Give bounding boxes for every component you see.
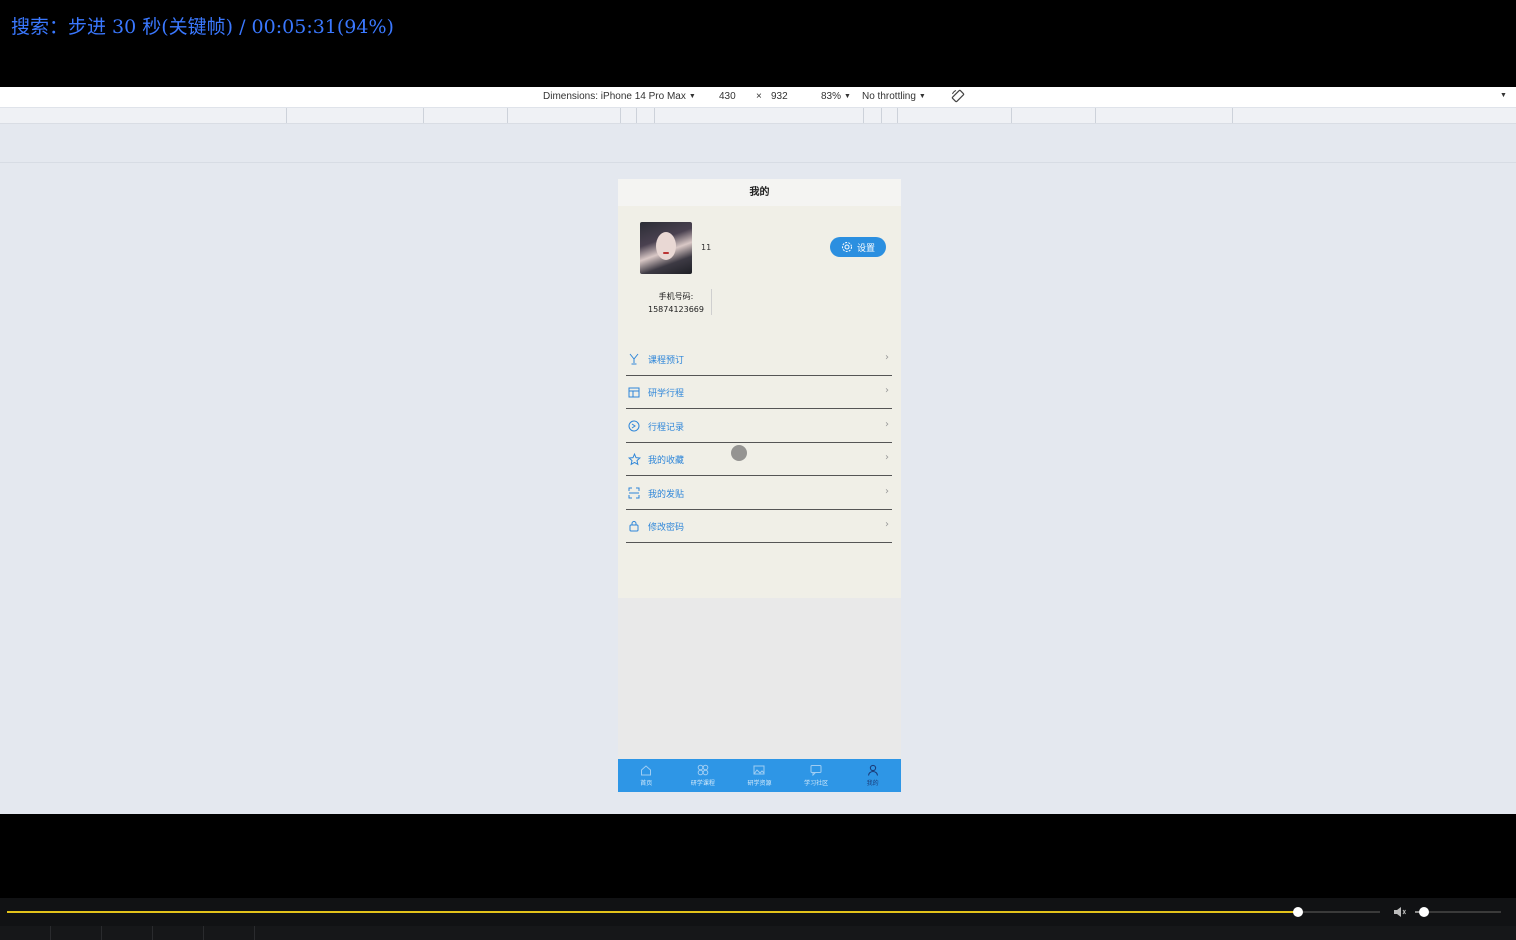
chevron-down-icon: ▼	[918, 93, 926, 100]
profile-card: 11 设置 手机号码: 15874123669	[618, 206, 901, 343]
rotate-icon[interactable]	[951, 89, 965, 106]
player-controls	[0, 898, 1516, 926]
volume-slider[interactable]	[1415, 907, 1501, 917]
trophy-icon	[627, 352, 641, 366]
calendar-icon	[627, 385, 641, 399]
home-icon	[641, 765, 652, 776]
ruler-tick	[863, 108, 864, 123]
chevron-right-icon: ›	[885, 352, 889, 363]
chevron-down-icon: ▼	[688, 93, 696, 100]
user-icon	[867, 764, 878, 776]
media-query-ruler	[0, 108, 1516, 124]
tab-community[interactable]: 学习社区	[788, 759, 845, 792]
ruler-tick	[1095, 108, 1096, 123]
menu-item-favorites[interactable]: 我的收藏 ›	[626, 443, 892, 476]
ruler-tick	[620, 108, 621, 123]
dimension-separator: ×	[756, 91, 762, 102]
tab-label: 研学资源	[747, 780, 772, 787]
seek-bar[interactable]	[7, 907, 1380, 917]
resource-icon	[753, 765, 765, 775]
menu-item-label: 行程记录	[648, 422, 685, 433]
settings-label: 设置	[856, 243, 875, 254]
tab-label: 首页	[640, 780, 653, 787]
menu-item-label: 课程预订	[648, 355, 685, 366]
tab-label: 我的	[866, 780, 879, 787]
ruler-tick	[1011, 108, 1012, 123]
ruler-tick	[897, 108, 898, 123]
ruler-tick	[1232, 108, 1233, 123]
post-icon	[627, 486, 641, 500]
menu-item-label: 我的发贴	[648, 489, 685, 500]
ruler-tick	[636, 108, 637, 123]
device-select[interactable]: Dimensions: iPhone 14 Pro Max ▼	[543, 91, 696, 102]
menu-item-label: 我的收藏	[648, 455, 685, 466]
ruler-tick	[654, 108, 655, 123]
chevron-right-icon: ›	[885, 519, 889, 530]
ruler-tick	[507, 108, 508, 123]
player-osd-text: 搜索：步进 30 秒(关键帧) / 00:05:31(94%)	[11, 16, 394, 38]
throttling-select[interactable]: No throttling ▼	[862, 91, 926, 102]
tab-label: 学习社区	[804, 780, 829, 787]
volume-handle[interactable]	[1418, 907, 1429, 917]
ruler-tick	[881, 108, 882, 123]
devtools-device-toolbar: Dimensions: iPhone 14 Pro Max ▼ 430 × 932…	[0, 87, 1516, 108]
status-cell	[153, 926, 204, 940]
phone-value: 15874123669	[648, 305, 704, 314]
chat-icon	[810, 765, 822, 776]
height-input[interactable]: 932	[771, 91, 788, 102]
tab-label: 研学课程	[690, 780, 715, 787]
lock-icon	[627, 519, 641, 533]
volume-icon[interactable]	[1392, 904, 1408, 920]
player-status-bar	[0, 926, 1516, 940]
tab-home[interactable]: 首页	[618, 759, 675, 792]
menu-item-label: 研学行程	[648, 388, 685, 399]
tab-mine[interactable]: 我的	[844, 759, 901, 792]
record-icon	[627, 419, 641, 433]
seek-handle[interactable]	[1292, 907, 1303, 917]
more-options-icon[interactable]: ▼	[1500, 92, 1507, 99]
avatar-face	[656, 232, 676, 260]
ruler-tick	[423, 108, 424, 123]
ruler-tick	[286, 108, 287, 123]
zoom-label: 83%	[821, 91, 842, 102]
phone-screen: 我的 11 设置 手机号码: 15874123669 课程预订 › 研学行程 ›	[618, 179, 901, 792]
grid-icon	[697, 764, 709, 776]
menu-item-course-booking[interactable]: 课程预订 ›	[626, 343, 892, 376]
menu-item-my-posts[interactable]: 我的发贴 ›	[626, 477, 892, 510]
status-cell	[102, 926, 153, 940]
menu-item-trip-records[interactable]: 行程记录 ›	[626, 410, 892, 443]
throttling-label: No throttling	[862, 91, 916, 102]
vertical-divider	[711, 289, 712, 315]
chevron-right-icon: ›	[885, 385, 889, 396]
menu-item-label: 修改密码	[648, 522, 685, 533]
zoom-select[interactable]: 83% ▼	[821, 91, 851, 102]
device-select-label: Dimensions: iPhone 14 Pro Max	[543, 91, 686, 102]
viewport-divider	[0, 162, 1516, 163]
chevron-right-icon: ›	[885, 419, 889, 430]
avatar-lips	[663, 252, 669, 254]
page-title: 我的	[618, 179, 901, 206]
chevron-right-icon: ›	[885, 486, 889, 497]
status-cell	[51, 926, 102, 940]
touch-cursor	[731, 445, 747, 461]
menu-list: 课程预订 › 研学行程 › 行程记录 › 我的收藏 › 我的发贴 › 修改密码 …	[618, 343, 901, 598]
phone-label: 手机号码:	[658, 292, 694, 301]
settings-button[interactable]: 设置	[830, 237, 886, 257]
width-input[interactable]: 430	[719, 91, 736, 102]
status-cell	[0, 926, 51, 940]
seek-progress	[7, 911, 1298, 913]
menu-item-change-password[interactable]: 修改密码 ›	[626, 510, 892, 543]
chevron-down-icon: ▼	[844, 93, 851, 100]
phone-info: 手机号码: 15874123669	[640, 290, 712, 316]
tab-courses[interactable]: 研学课程	[675, 759, 732, 792]
avatar[interactable]	[640, 222, 692, 274]
star-icon	[627, 452, 641, 466]
chevron-right-icon: ›	[885, 452, 889, 463]
menu-item-study-trip[interactable]: 研学行程 ›	[626, 376, 892, 409]
tab-resources[interactable]: 研学资源	[731, 759, 788, 792]
username: 11	[701, 243, 712, 252]
status-cell	[204, 926, 255, 940]
bottom-tab-bar: 首页 研学课程 研学资源 学习社区 我的	[618, 759, 901, 792]
gear-icon	[841, 242, 852, 252]
